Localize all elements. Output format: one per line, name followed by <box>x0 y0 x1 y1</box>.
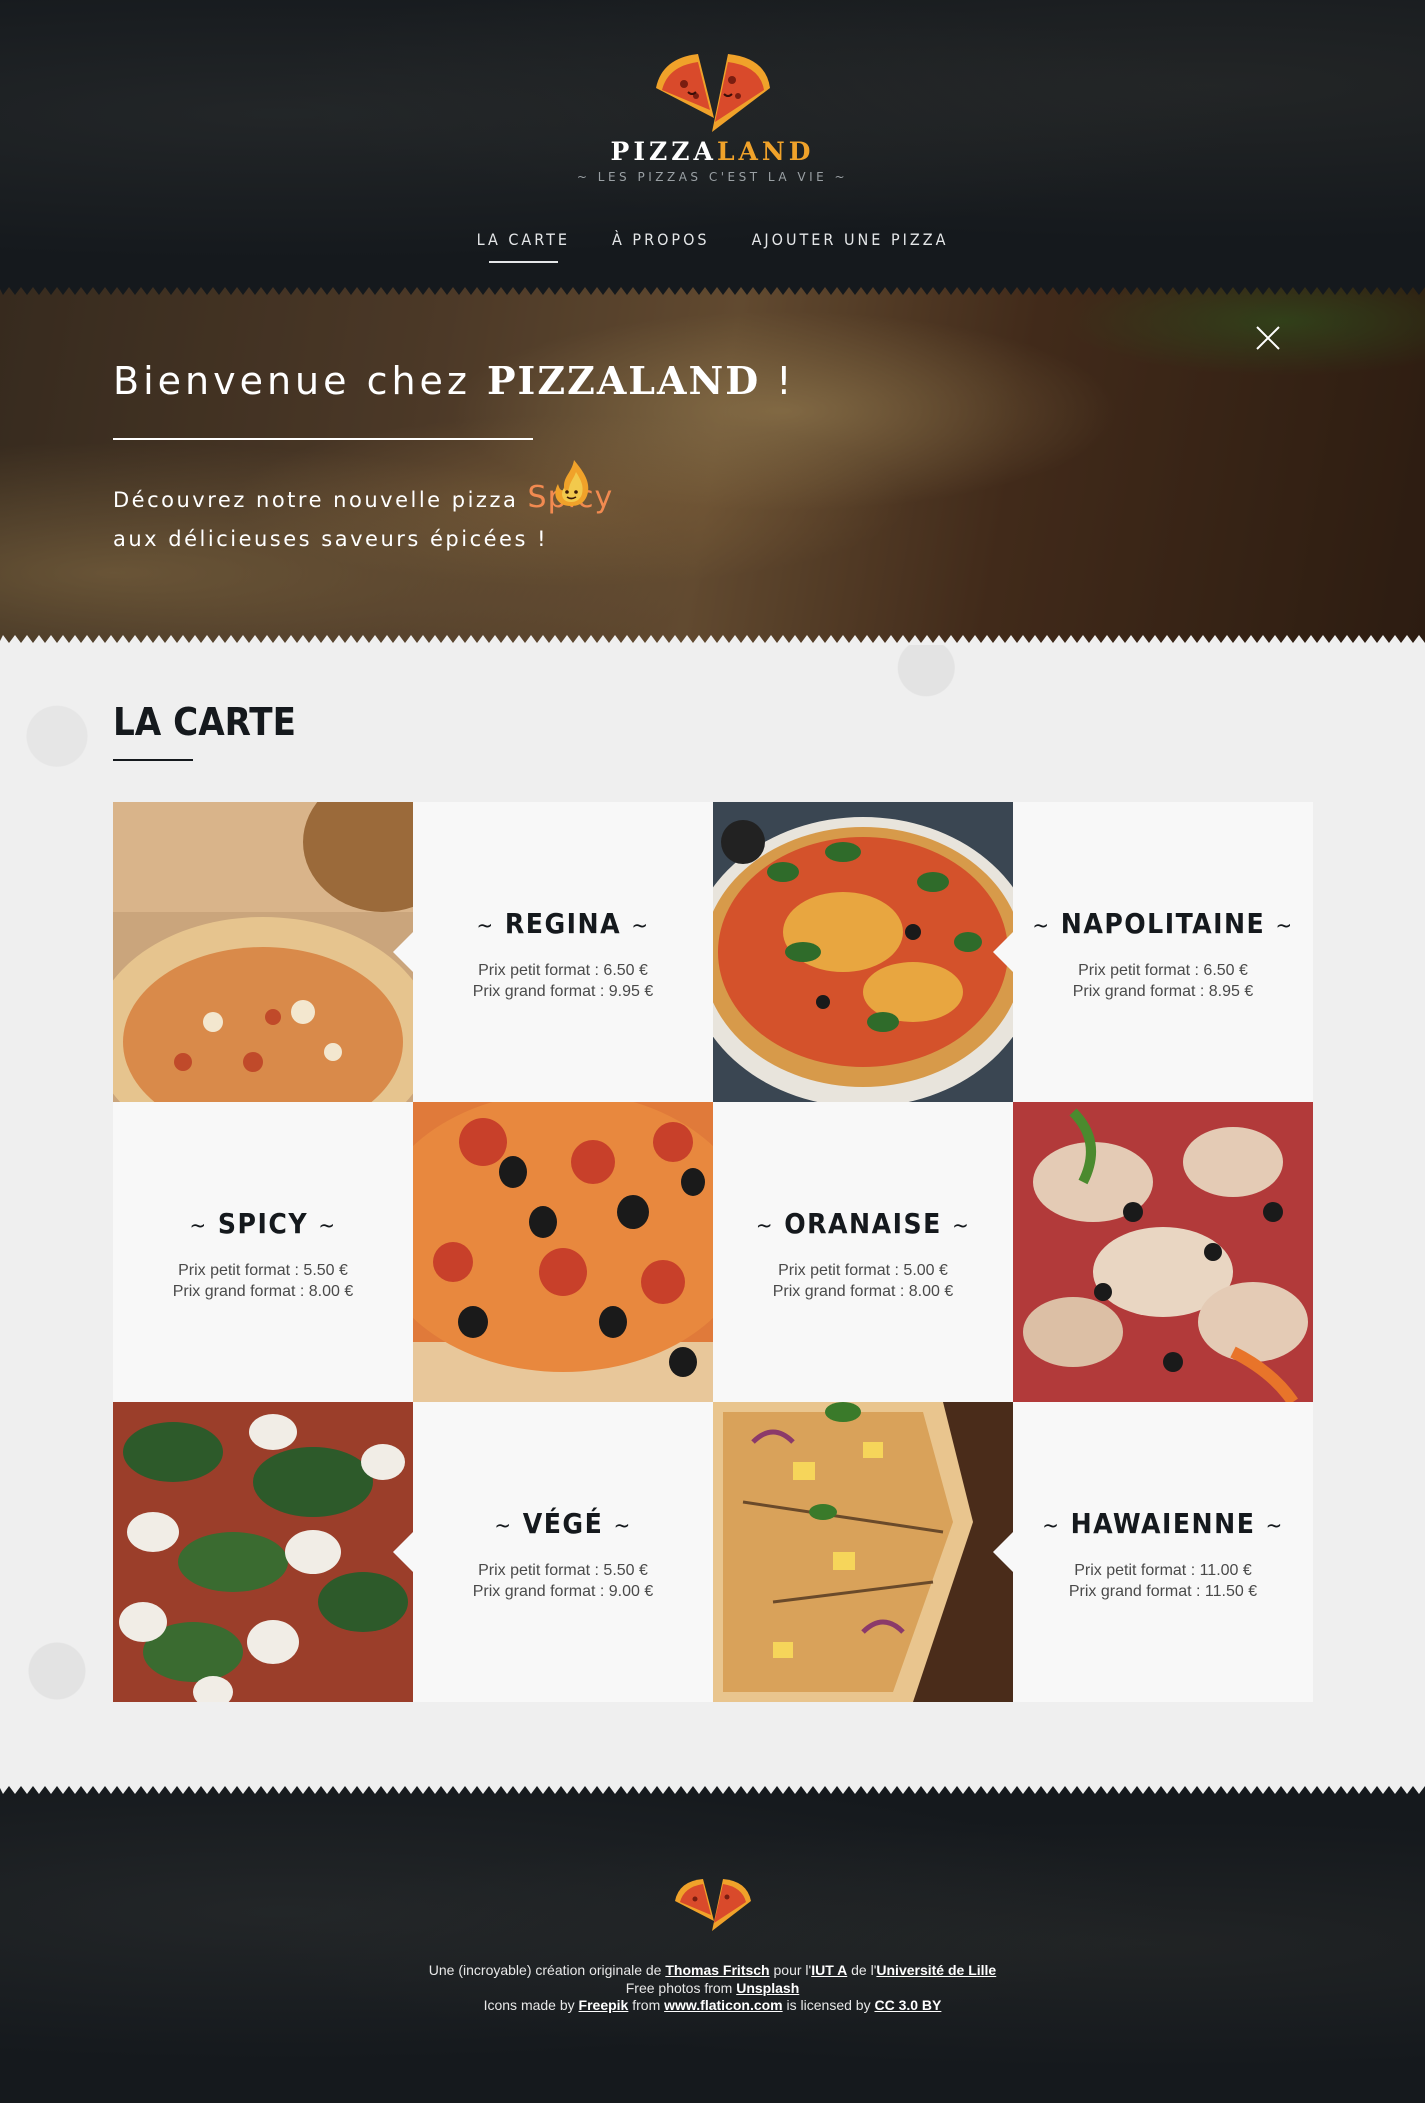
nav-la-carte[interactable]: LA CARTE <box>477 230 570 263</box>
price-large: Prix grand format : 8.95 € <box>1072 983 1254 1000</box>
pizza-card-napolitaine[interactable]: ~ NAPOLITAINE ~ Prix petit format : 6.50… <box>993 802 1313 1102</box>
pizza-photo-hawaienne[interactable] <box>713 1402 1013 1702</box>
price-small: Prix petit format : 11.00 € <box>1074 1562 1252 1579</box>
site-footer <box>0 1784 1425 2103</box>
pizza-photo-image <box>113 802 413 1102</box>
price-large: Prix grand format : 8.00 € <box>772 1283 954 1300</box>
footer-flaticon-link[interactable]: www.flaticon.com <box>664 1997 783 2013</box>
hero-title: Bienvenue chez PIZZALAND ! <box>113 358 796 403</box>
footer-unsplash-link[interactable]: Unsplash <box>736 1980 799 1996</box>
zigzag-divider <box>0 285 1425 295</box>
pizza-photo-image <box>1013 1102 1313 1402</box>
pizza-card-oranaise[interactable]: ~ ORANAISE ~ Prix petit format : 5.00 € … <box>713 1102 1033 1402</box>
pizza-card-vege[interactable]: ~ VÉGÉ ~ Prix petit format : 5.50 € Prix… <box>393 1402 713 1702</box>
footer-author-link[interactable]: Thomas Fritsch <box>665 1962 769 1978</box>
hero-title-brand-part2: LAND <box>628 358 761 403</box>
card-notch <box>993 932 1013 972</box>
tagline: ~ LES PIZZAS C'EST LA VIE ~ <box>576 170 849 184</box>
footer-text: Free photos from <box>625 1980 733 1996</box>
pizza-name-text: ORANAISE <box>784 1207 942 1240</box>
zigzag-divider <box>0 1784 1425 1794</box>
pizza-name-text: NAPOLITAINE <box>1060 907 1266 940</box>
pizzaland-logo-icon <box>675 1879 751 1931</box>
main-nav: LA CARTE À PROPOS AJOUTER UNE PIZZA <box>0 230 1425 263</box>
footer-university-link[interactable]: Université de Lille <box>876 1962 996 1978</box>
pizzaland-logo-icon[interactable] <box>648 48 778 136</box>
brand-name-part2: LAND <box>716 137 815 166</box>
hero-divider <box>113 438 533 440</box>
footer-text: Une (incroyable) création originale de <box>428 1962 662 1978</box>
pizza-name-text: VÉGÉ <box>522 1507 604 1540</box>
pizza-card-regina[interactable]: ~ REGINA ~ Prix petit format : 6.50 € Pr… <box>393 802 713 1102</box>
hero-title-suffix: ! <box>776 359 796 403</box>
hero-promo-line1: Découvrez notre nouvelle pizza Spicy <box>113 480 613 515</box>
pizza-name-text: REGINA <box>504 907 622 940</box>
pizza-card-spicy[interactable]: ~ SPICY ~ Prix petit format : 5.50 € Pri… <box>113 1102 433 1402</box>
price-large: Prix grand format : 8.00 € <box>172 1283 354 1300</box>
pizza-name: ~ NAPOLITAINE ~ <box>1032 907 1294 940</box>
pizza-name-text: SPICY <box>217 1207 309 1240</box>
pizza-name: ~ HAWAIENNE ~ <box>1042 1507 1284 1540</box>
spicy-flame-icon <box>555 460 589 506</box>
price-small: Prix petit format : 5.50 € <box>478 1562 648 1579</box>
footer-credits: Une (incroyable) création originale de T… <box>0 1962 1425 1978</box>
price-large: Prix grand format : 9.00 € <box>472 1583 654 1600</box>
footer-freepik-link[interactable]: Freepik <box>579 1997 629 2013</box>
brand-name-part1: PIZZA <box>610 137 717 166</box>
nav-a-propos[interactable]: À PROPOS <box>612 230 710 263</box>
nav-ajouter-une-pizza[interactable]: AJOUTER UNE PIZZA <box>752 230 949 263</box>
pizza-name: ~ VÉGÉ ~ <box>494 1507 632 1540</box>
close-icon[interactable] <box>1255 325 1281 351</box>
hero-promo-text: Découvrez notre nouvelle pizza <box>113 488 519 512</box>
price-large: Prix grand format : 11.50 € <box>1068 1583 1258 1600</box>
hero-title-brand-part1: PIZZA <box>486 358 629 403</box>
footer-school-link[interactable]: IUT A <box>811 1962 847 1978</box>
price-small: Prix petit format : 6.50 € <box>1078 962 1248 979</box>
hero-banner <box>0 285 1425 645</box>
menu-title: LA CARTE <box>113 700 296 744</box>
hero-title-brand: PIZZALAND <box>487 358 760 403</box>
pizza-name-text: HAWAIENNE <box>1070 1507 1256 1540</box>
hero-title-prefix: Bienvenue chez <box>113 359 471 403</box>
pizza-photo-image <box>713 802 1013 1102</box>
pizza-photo-image <box>113 1402 413 1702</box>
footer-icon-credits: Icons made by Freepik from www.flaticon.… <box>0 1997 1425 2013</box>
price-large: Prix grand format : 9.95 € <box>472 983 654 1000</box>
pizza-photo-regina[interactable] <box>113 802 413 1102</box>
footer-license-link[interactable]: CC 3.0 BY <box>874 1997 941 2013</box>
card-notch <box>993 1532 1013 1572</box>
footer-text: de l' <box>851 1962 877 1978</box>
pizza-photo-napolitaine[interactable] <box>713 802 1013 1102</box>
pizza-photo-vege[interactable] <box>113 1402 413 1702</box>
pizza-photo-spicy[interactable] <box>413 1102 713 1402</box>
price-small: Prix petit format : 5.50 € <box>178 1262 348 1279</box>
brand-name: PIZZALAND <box>0 137 1425 166</box>
pizza-card-hawaienne[interactable]: ~ HAWAIENNE ~ Prix petit format : 11.00 … <box>993 1402 1313 1702</box>
footer-text: is licensed by <box>786 1997 871 2013</box>
zigzag-divider <box>0 635 1425 645</box>
footer-text: pour l' <box>773 1962 812 1978</box>
pizza-photo-image <box>413 1102 713 1402</box>
pizza-photo-image <box>713 1402 1013 1702</box>
menu-title-divider <box>113 759 193 761</box>
card-notch <box>393 932 413 972</box>
footer-text: Icons made by <box>483 1997 575 2013</box>
price-small: Prix petit format : 6.50 € <box>478 962 648 979</box>
pizza-name: ~ ORANAISE ~ <box>755 1207 971 1240</box>
hero-promo-line2: aux délicieuses saveurs épicées ! <box>113 527 549 551</box>
price-small: Prix petit format : 5.00 € <box>778 1262 948 1279</box>
pizza-name: ~ SPICY ~ <box>189 1207 337 1240</box>
footer-text: from <box>632 1997 661 2013</box>
footer-photo-credits: Free photos from Unsplash <box>0 1980 1425 1996</box>
pizza-photo-oranaise[interactable] <box>1013 1102 1313 1402</box>
card-notch <box>393 1532 413 1572</box>
pizza-name: ~ REGINA ~ <box>476 907 650 940</box>
